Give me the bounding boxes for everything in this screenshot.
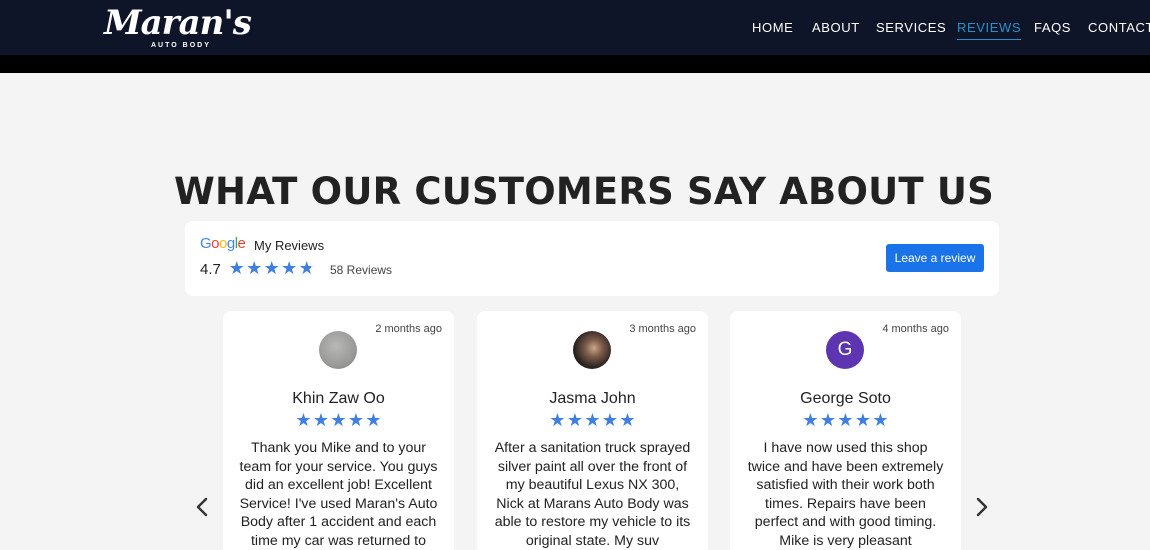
review-time: 4 months ago: [882, 323, 949, 335]
avatar: [319, 331, 357, 369]
header-divider-strip: [0, 55, 1150, 73]
summary-title: My Reviews: [254, 238, 325, 253]
star-icon: ★: [837, 410, 854, 431]
star-icon: ★: [263, 258, 280, 279]
average-rating: 4.7: [200, 261, 221, 278]
star-icon: ★: [566, 410, 584, 431]
reviewer-name: Khin Zaw Oo: [292, 390, 385, 407]
star-icon: ★: [281, 258, 298, 279]
nav-contact[interactable]: CONTACT: [1088, 20, 1150, 35]
star-icon: ★: [295, 410, 312, 431]
review-text: Thank you Mike and to your team for your…: [239, 440, 438, 549]
review-time: 2 months ago: [375, 323, 442, 335]
section-title: WHAT OUR CUSTOMERS SAY ABOUT US: [174, 170, 994, 213]
star-icon: ★: [312, 410, 330, 431]
review-stars: ★★★★★: [730, 412, 961, 430]
nav-faqs[interactable]: FAQS: [1034, 20, 1071, 35]
review-text: I have now used this shop twice and have…: [747, 440, 944, 549]
site-header: Maran's AUTO BODY HOME ABOUT SERVICES RE…: [0, 0, 1150, 55]
star-icon: ★: [549, 410, 566, 431]
star-icon: ★: [802, 410, 819, 431]
reviewer-name: George Soto: [800, 390, 891, 407]
review-stars: ★★★★★: [223, 412, 454, 430]
star-icon: ★: [584, 410, 601, 431]
review-stars: ★★★★★: [477, 412, 708, 430]
google-letter: e: [237, 235, 246, 252]
reviews-summary: Google My Reviews 4.7 ★★★★★ 58 Reviews L…: [185, 221, 999, 296]
logo-script: Maran's: [104, 3, 252, 43]
chevron-left-icon[interactable]: [194, 496, 210, 518]
google-letter: g: [226, 235, 235, 252]
review-card: 2 months ago Khin Zaw Oo ★★★★★ Thank you…: [223, 311, 454, 550]
star-icon: ★: [228, 258, 245, 279]
nav-about[interactable]: ABOUT: [812, 20, 860, 35]
star-icon: ★: [819, 410, 837, 431]
nav-reviews[interactable]: REVIEWS: [957, 20, 1022, 40]
google-letter: G: [200, 235, 212, 252]
star-icon: ★: [601, 410, 619, 431]
summary-stars: ★★★★★: [228, 260, 316, 278]
google-letter: o: [211, 235, 220, 252]
review-card: 3 months ago Jasma John ★★★★★ After a sa…: [477, 311, 708, 550]
star-icon: ★: [854, 410, 872, 431]
google-letter: o: [219, 235, 227, 252]
leave-review-button[interactable]: Leave a review: [886, 244, 984, 272]
star-icon: ★: [872, 410, 889, 431]
star-icon: ★: [619, 410, 636, 431]
chevron-right-icon[interactable]: [974, 496, 990, 518]
star-half-icon: ★: [298, 258, 315, 279]
google-logo: Google: [200, 235, 246, 252]
avatar: [573, 331, 611, 369]
review-count: 58 Reviews: [330, 263, 393, 277]
review-card: 4 months ago G George Soto ★★★★★ I have …: [730, 311, 961, 550]
review-text: After a sanitation truck sprayed silver …: [494, 440, 691, 549]
star-icon: ★: [330, 410, 347, 431]
star-icon: ★: [246, 258, 263, 279]
review-time: 3 months ago: [629, 323, 696, 335]
brand-logo[interactable]: Maran's AUTO BODY: [104, 4, 264, 50]
avatar: G: [826, 331, 864, 369]
star-icon: ★: [347, 410, 365, 431]
nav-services[interactable]: SERVICES: [876, 20, 946, 35]
logo-subtitle: AUTO BODY: [151, 42, 211, 49]
reviewer-name: Jasma John: [549, 390, 636, 407]
nav-home[interactable]: HOME: [752, 20, 793, 35]
star-icon: ★: [365, 410, 382, 431]
